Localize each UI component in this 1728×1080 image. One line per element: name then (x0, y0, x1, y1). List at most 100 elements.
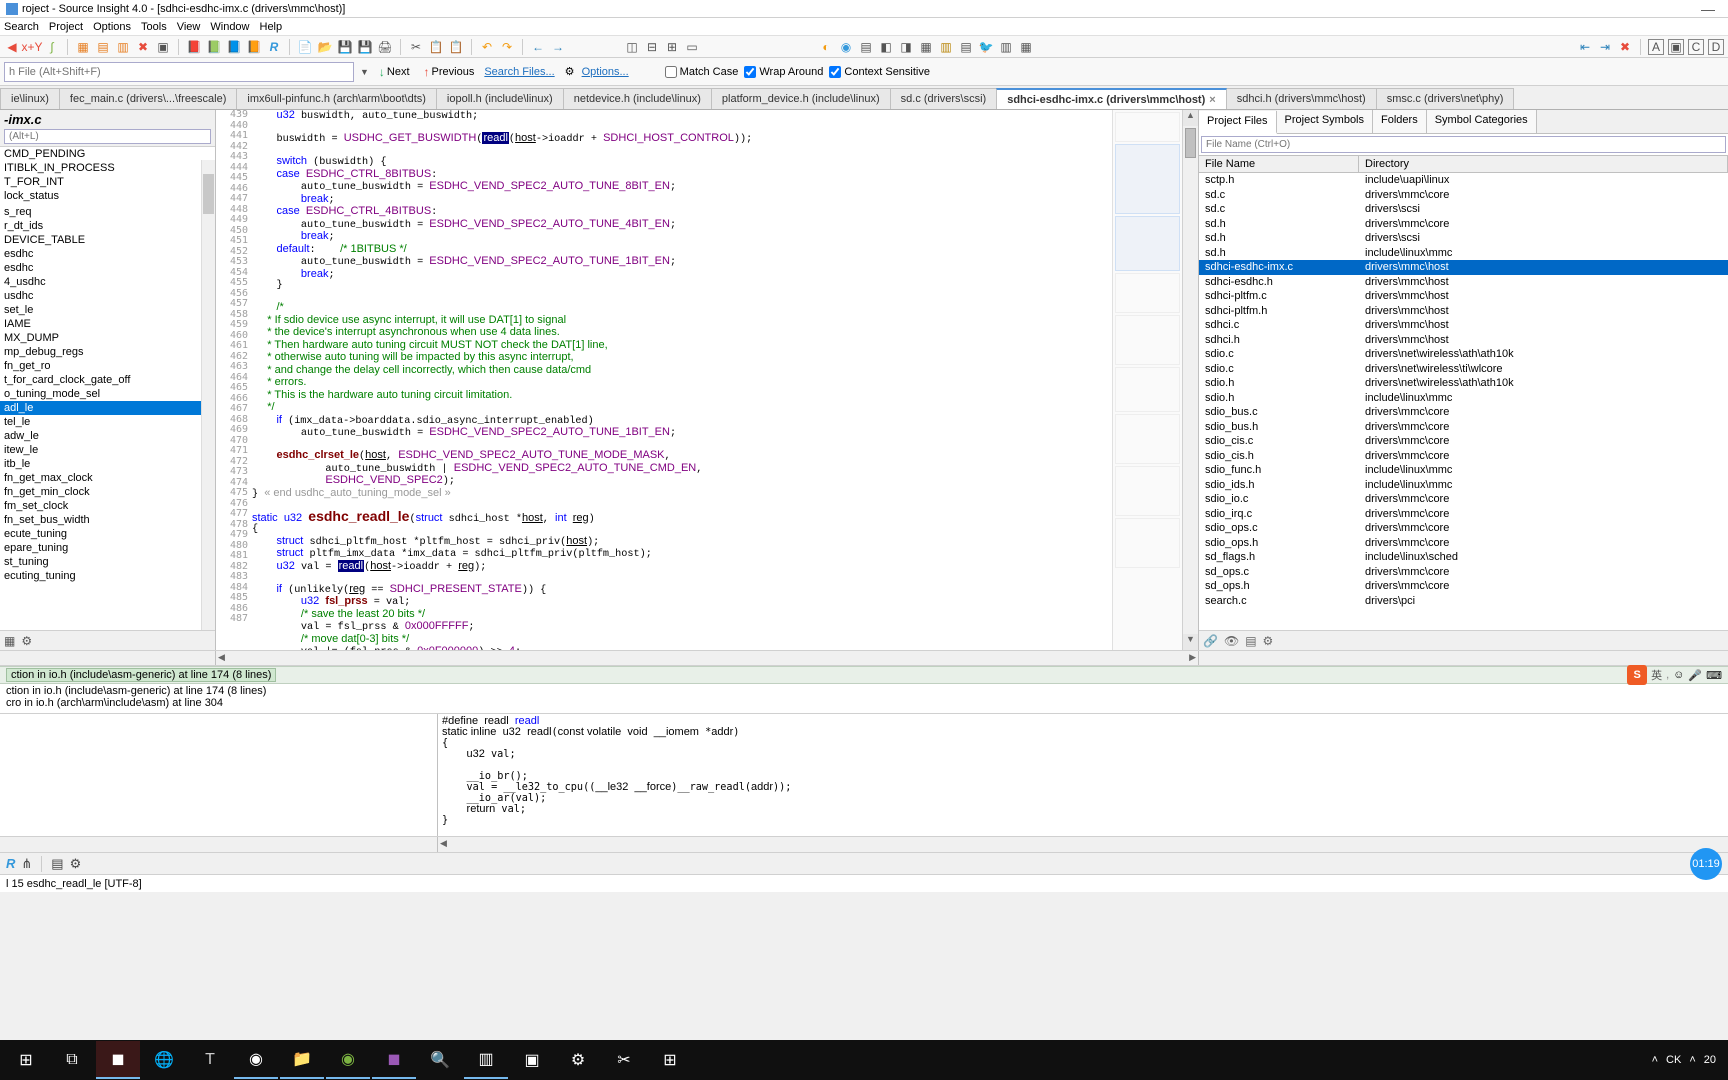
task-text-icon[interactable]: T (188, 1041, 232, 1079)
p1-icon[interactable]: ◐ (818, 39, 834, 55)
symbol-search-input[interactable] (4, 129, 211, 144)
relation-r-icon[interactable]: R (6, 856, 15, 871)
symbol-item[interactable]: fn_set_bus_width (0, 513, 215, 527)
letter-b-icon[interactable]: ▣ (1668, 39, 1684, 55)
document-tab[interactable]: iopoll.h (include\linux) (436, 88, 564, 109)
symbol-item[interactable]: r_dt_ids (0, 219, 215, 233)
file-row[interactable]: sdhci.cdrivers\mmc\host (1199, 318, 1728, 333)
file-row[interactable]: sdio.hdrivers\net\wireless\ath\ath10k (1199, 376, 1728, 391)
symbol-item[interactable]: ecute_tuning (0, 527, 215, 541)
p5-icon[interactable]: ◨ (898, 39, 914, 55)
split-h-icon[interactable]: ◫ (624, 39, 640, 55)
p3-icon[interactable]: ▤ (858, 39, 874, 55)
symbol-item[interactable]: T_FOR_INT (0, 175, 215, 189)
delete-icon[interactable]: ✖ (1617, 39, 1633, 55)
sogou-icon[interactable]: S (1627, 665, 1647, 685)
file-row[interactable]: sd.hinclude\linux\mmc (1199, 246, 1728, 261)
save-icon[interactable]: 💾 (337, 39, 353, 55)
symbol-item[interactable]: 4_usdhc (0, 275, 215, 289)
split-v-icon[interactable]: ⊟ (644, 39, 660, 55)
document-tab[interactable]: smsc.c (drivers\net\phy) (1376, 88, 1515, 109)
book1-icon[interactable]: 📕 (186, 39, 202, 55)
file-table-body[interactable]: sctp.hinclude\uapi\linuxsd.cdrivers\mmc\… (1199, 173, 1728, 630)
gear-icon[interactable] (70, 856, 82, 872)
next-button[interactable]: ↓Next (375, 63, 414, 81)
code-area[interactable]: u32 buswidth, auto_tune_buswidth; buswid… (252, 110, 1112, 650)
file-row[interactable]: sdio_bus.cdrivers\mmc\core (1199, 405, 1728, 420)
file-row[interactable]: sdio.cdrivers\net\wireless\ti\wlcore (1199, 362, 1728, 377)
redo-icon[interactable]: ↷ (499, 39, 515, 55)
split-b-icon[interactable]: ⊞ (664, 39, 680, 55)
tree-icon[interactable]: ⋔ (21, 856, 32, 872)
menu-tools[interactable]: Tools (141, 21, 167, 33)
col-directory[interactable]: Directory (1359, 156, 1728, 172)
file-row[interactable]: sdhci-pltfm.cdrivers\mmc\host (1199, 289, 1728, 304)
close-icon[interactable]: × (1209, 94, 1215, 106)
print-icon[interactable]: 🖨 (377, 39, 393, 55)
file-row[interactable]: sdio_ops.hdrivers\mmc\core (1199, 536, 1728, 551)
document-tab[interactable]: sd.c (drivers\scsi) (890, 88, 998, 109)
file-row[interactable]: sdio_bus.hdrivers\mmc\core (1199, 420, 1728, 435)
task-taskview-icon[interactable]: ⧉ (50, 1041, 94, 1079)
file-filter-input[interactable] (1201, 136, 1726, 153)
menu-window[interactable]: Window (210, 21, 249, 33)
tray-up-icon[interactable]: ˄ (1652, 1054, 1658, 1066)
symbol-item[interactable]: esdhc (0, 247, 215, 261)
document-tab[interactable]: netdevice.h (include\linux) (563, 88, 712, 109)
file-row[interactable]: sd.cdrivers\mmc\core (1199, 188, 1728, 203)
indent-left-icon[interactable]: ⇤ (1577, 39, 1593, 55)
symbol-item[interactable]: fm_set_clock (0, 499, 215, 513)
wrap-around-checkbox[interactable]: Wrap Around (744, 66, 823, 78)
nav-right-icon[interactable]: → (550, 39, 566, 55)
book4-icon[interactable]: 📙 (246, 39, 262, 55)
document-tab[interactable]: fec_main.c (drivers\...\freescale) (59, 88, 238, 109)
menu-search[interactable]: Search (4, 21, 39, 33)
symbol-scrollbar[interactable] (201, 160, 215, 630)
task-app3-icon[interactable]: ▥ (464, 1041, 508, 1079)
menu-options[interactable]: Options (93, 21, 131, 33)
p11-icon[interactable]: ▦ (1018, 39, 1034, 55)
copy-icon[interactable]: 📋 (428, 39, 444, 55)
doc-icon[interactable]: ▤ (51, 856, 63, 872)
p8-icon[interactable]: ▤ (958, 39, 974, 55)
footer-icon[interactable]: ▦ (4, 634, 15, 648)
symbol-item[interactable]: fn_get_min_clock (0, 485, 215, 499)
menu-view[interactable]: View (177, 21, 201, 33)
file-row[interactable]: sd_ops.cdrivers\mmc\core (1199, 565, 1728, 580)
symbol-item[interactable]: ecuting_tuning (0, 569, 215, 583)
task-search-icon[interactable]: 🔍 (418, 1041, 462, 1079)
symbol-list[interactable]: CMD_PENDINGITIBLK_IN_PROCESST_FOR_INTloc… (0, 147, 215, 630)
new-icon[interactable]: 📄 (297, 39, 313, 55)
file-row[interactable]: sdhci-pltfm.hdrivers\mmc\host (1199, 304, 1728, 319)
symbol-item[interactable]: st_tuning (0, 555, 215, 569)
symbol-item[interactable]: fn_get_ro (0, 359, 215, 373)
letter-d-icon[interactable]: D (1708, 39, 1724, 55)
eye-icon[interactable]: 👁 (1224, 634, 1239, 648)
task-purple-icon[interactable]: ◼ (372, 1041, 416, 1079)
file-row[interactable]: sd.hdrivers\mmc\core (1199, 217, 1728, 232)
document-tab[interactable]: sdhci-esdhc-imx.c (drivers\mmc\host)× (996, 88, 1227, 110)
letter-c-icon[interactable]: C (1688, 39, 1704, 55)
symbol-item[interactable]: adw_le (0, 429, 215, 443)
tray-keyboard[interactable]: CK (1666, 1054, 1681, 1066)
symbol-item[interactable]: mp_debug_regs (0, 345, 215, 359)
document-tab[interactable]: sdhci.h (drivers\mmc\host) (1226, 88, 1377, 109)
book3-icon[interactable]: 📘 (226, 39, 242, 55)
indent-right-icon[interactable]: ⇥ (1597, 39, 1613, 55)
symbol-item[interactable]: lock_status (0, 189, 215, 203)
file-row[interactable]: sdio_irq.cdrivers\mmc\core (1199, 507, 1728, 522)
task-cut-icon[interactable]: ✂ (602, 1041, 646, 1079)
context-code[interactable]: #define readl readl static inline u32 re… (438, 714, 1728, 836)
doc-icon[interactable]: ▤ (1245, 634, 1256, 648)
minimap[interactable] (1112, 110, 1182, 650)
file-row[interactable]: sdio_ops.cdrivers\mmc\core (1199, 521, 1728, 536)
p7-icon[interactable]: ▥ (938, 39, 954, 55)
file-row[interactable]: sdhci-esdhc-imx.cdrivers\mmc\host (1199, 260, 1728, 275)
search-files-link[interactable]: Search Files... (484, 66, 554, 78)
task-grid-icon[interactable]: ⊞ (648, 1041, 692, 1079)
nav-code-icon[interactable]: x+Y (24, 39, 40, 55)
minimize-button[interactable]: — (1694, 1, 1722, 17)
symbol-item[interactable]: ITIBLK_IN_PROCESS (0, 161, 215, 175)
file-row[interactable]: sdio_cis.hdrivers\mmc\core (1199, 449, 1728, 464)
task-explorer-icon[interactable]: 📁 (280, 1041, 324, 1079)
